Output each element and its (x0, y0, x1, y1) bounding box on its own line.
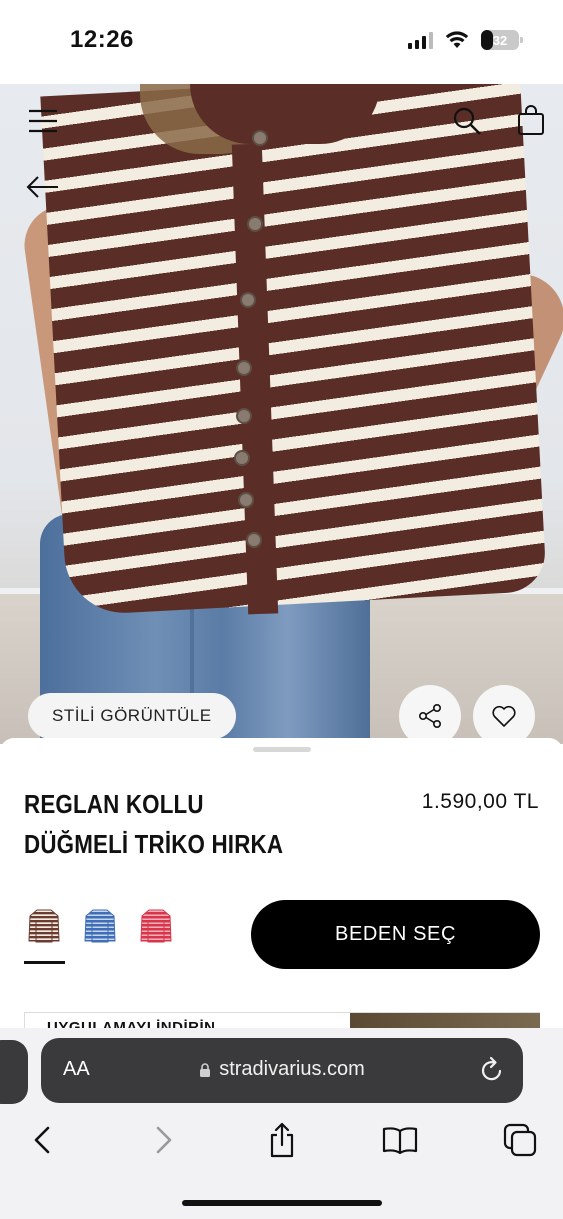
bookmarks-icon[interactable] (378, 1118, 422, 1162)
forward-icon[interactable] (142, 1118, 186, 1162)
wifi-icon (445, 31, 469, 48)
menu-icon[interactable] (26, 106, 60, 136)
browser-chrome: AA stradivarius.com (0, 1028, 563, 1219)
status-icons: 32 (408, 30, 523, 50)
share-icon[interactable] (260, 1118, 304, 1162)
status-bar: 12:26 32 (0, 0, 563, 84)
view-style-button[interactable]: STİLİ GÖRÜNTÜLE (28, 693, 236, 739)
select-size-label: BEDEN SEÇ (335, 923, 456, 945)
address-bar[interactable]: AA stradivarius.com (41, 1038, 523, 1103)
tabs-icon[interactable] (498, 1118, 542, 1162)
home-indicator[interactable] (182, 1200, 382, 1206)
share-button[interactable] (399, 685, 461, 744)
product-info-sheet: REGLAN KOLLU DÜĞMELİ TRİKO HIRKA 1.590,0… (0, 738, 563, 1043)
back-icon[interactable] (20, 1118, 64, 1162)
swatch-brown-stripe[interactable] (24, 908, 65, 964)
swatch-red-stripe[interactable] (136, 908, 176, 956)
sheet-grabber[interactable] (253, 747, 311, 752)
reload-icon[interactable] (479, 1056, 505, 1089)
shopping-bag-icon[interactable] (514, 102, 548, 138)
product-page: 12:26 32 STİLİ GÖRÜNTÜLE REGLAN KOLLU DÜ… (0, 0, 563, 1219)
status-time: 12:26 (70, 26, 134, 53)
select-size-button[interactable]: BEDEN SEÇ (251, 900, 540, 969)
color-swatches (24, 908, 176, 964)
product-image[interactable]: STİLİ GÖRÜNTÜLE (0, 84, 563, 744)
previous-tab-preview[interactable] (0, 1040, 28, 1104)
url-text: stradivarius.com (219, 1058, 365, 1080)
selected-swatch-indicator (24, 961, 65, 964)
share-icon (418, 703, 441, 728)
cardigan-figure (40, 84, 547, 616)
browser-toolbar (0, 1118, 563, 1178)
heart-icon (492, 705, 516, 727)
product-price: 1.590,00 TL (421, 790, 539, 813)
back-arrow-icon[interactable] (24, 172, 60, 202)
product-title: REGLAN KOLLU DÜĞMELİ TRİKO HIRKA (24, 789, 284, 859)
signal-icon (408, 31, 433, 49)
search-icon[interactable] (450, 104, 484, 138)
favorite-button[interactable] (473, 685, 535, 744)
lock-icon (200, 1062, 211, 1077)
swatch-blue-stripe[interactable] (80, 908, 120, 956)
view-style-label: STİLİ GÖRÜNTÜLE (52, 706, 212, 725)
battery-icon: 32 (481, 30, 523, 50)
battery-percent: 32 (492, 32, 508, 48)
